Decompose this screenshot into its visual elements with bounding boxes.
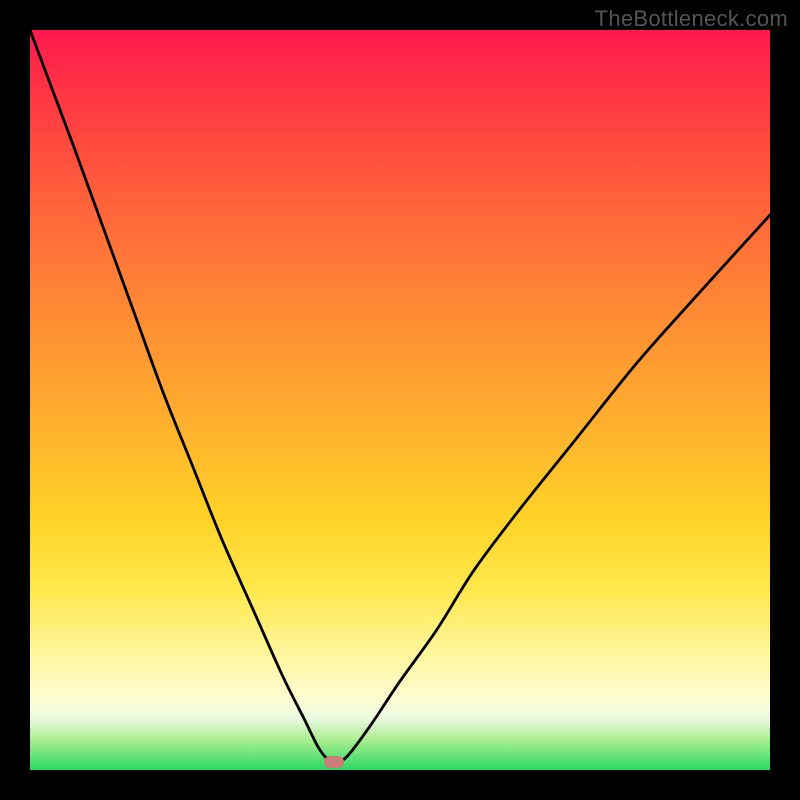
minimum-marker <box>324 756 344 768</box>
watermark-text: TheBottleneck.com <box>595 6 788 32</box>
bottleneck-curve <box>30 30 770 770</box>
plot-area <box>30 30 770 770</box>
chart-frame: TheBottleneck.com <box>0 0 800 800</box>
